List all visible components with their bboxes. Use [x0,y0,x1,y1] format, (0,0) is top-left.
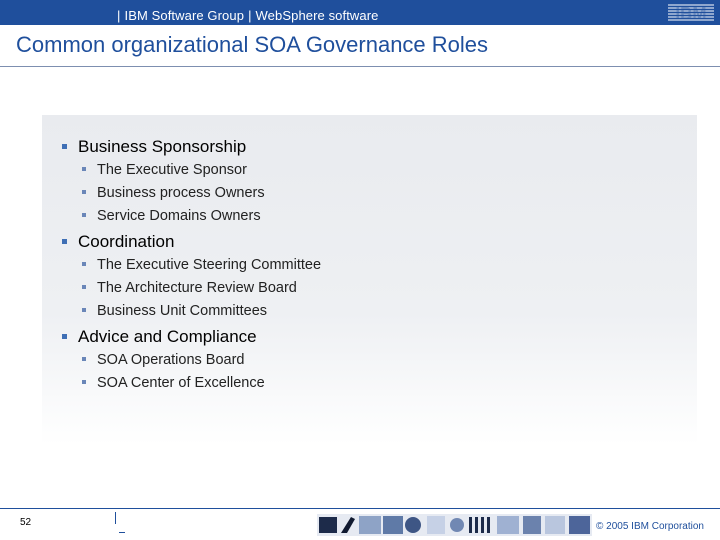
footer-mark [119,532,125,533]
list-item: Business process Owners [42,184,697,207]
bullet-icon [82,285,86,289]
bullet-icon [62,334,67,339]
list-item: Service Domains Owners [42,207,697,230]
svg-text:IBM: IBM [675,4,706,23]
list-item: SOA Operations Board [42,351,697,374]
bullet-icon [82,357,86,361]
section-items: The Executive Sponsor Business process O… [42,161,697,230]
section-advice-compliance: Advice and Compliance SOA Operations Boa… [42,327,697,402]
list-item: SOA Center of Excellence [42,374,697,397]
section-items: SOA Operations Board SOA Center of Excel… [42,351,697,397]
bullet-icon [62,239,67,244]
section-heading: Advice and Compliance [42,327,697,347]
list-item: The Executive Sponsor [42,161,697,184]
page-number: 52 [20,517,32,528]
footer-mark [115,512,116,524]
bullet-icon [82,190,86,194]
page-title: Common organizational SOA Governance Rol… [16,32,489,57]
copyright-text: © 2005 IBM Corporation [596,521,704,532]
header-divider: | [248,8,252,23]
bullet-icon [82,308,86,312]
footer-image-strip [317,514,592,536]
section-business-sponsorship: Business Sponsorship The Executive Spons… [42,137,697,235]
header-product: WebSphere software [255,8,379,23]
section-items: The Executive Steering Committee The Arc… [42,256,697,325]
bullet-icon [82,167,86,171]
header-text: | IBM Software Group | WebSphere software [113,8,379,23]
header-divider: | [117,8,121,23]
bullet-icon [82,213,86,217]
bullet-icon [62,144,67,149]
ibm-logo-icon: IBM [668,4,714,23]
section-heading: Coordination [42,232,697,252]
header-bar: | IBM Software Group | WebSphere software I… [0,0,720,25]
header-group: IBM Software Group [124,8,245,23]
content-panel: Business Sponsorship The Executive Spons… [42,115,697,445]
footer-divider [0,508,720,509]
list-item: The Architecture Review Board [42,279,697,302]
list-item: Business Unit Committees [42,302,697,325]
bullet-icon [82,380,86,384]
list-item: The Executive Steering Committee [42,256,697,279]
title-divider [0,66,720,67]
section-coordination: Coordination The Executive Steering Comm… [42,232,697,330]
section-heading: Business Sponsorship [42,137,697,157]
bullet-icon [82,262,86,266]
